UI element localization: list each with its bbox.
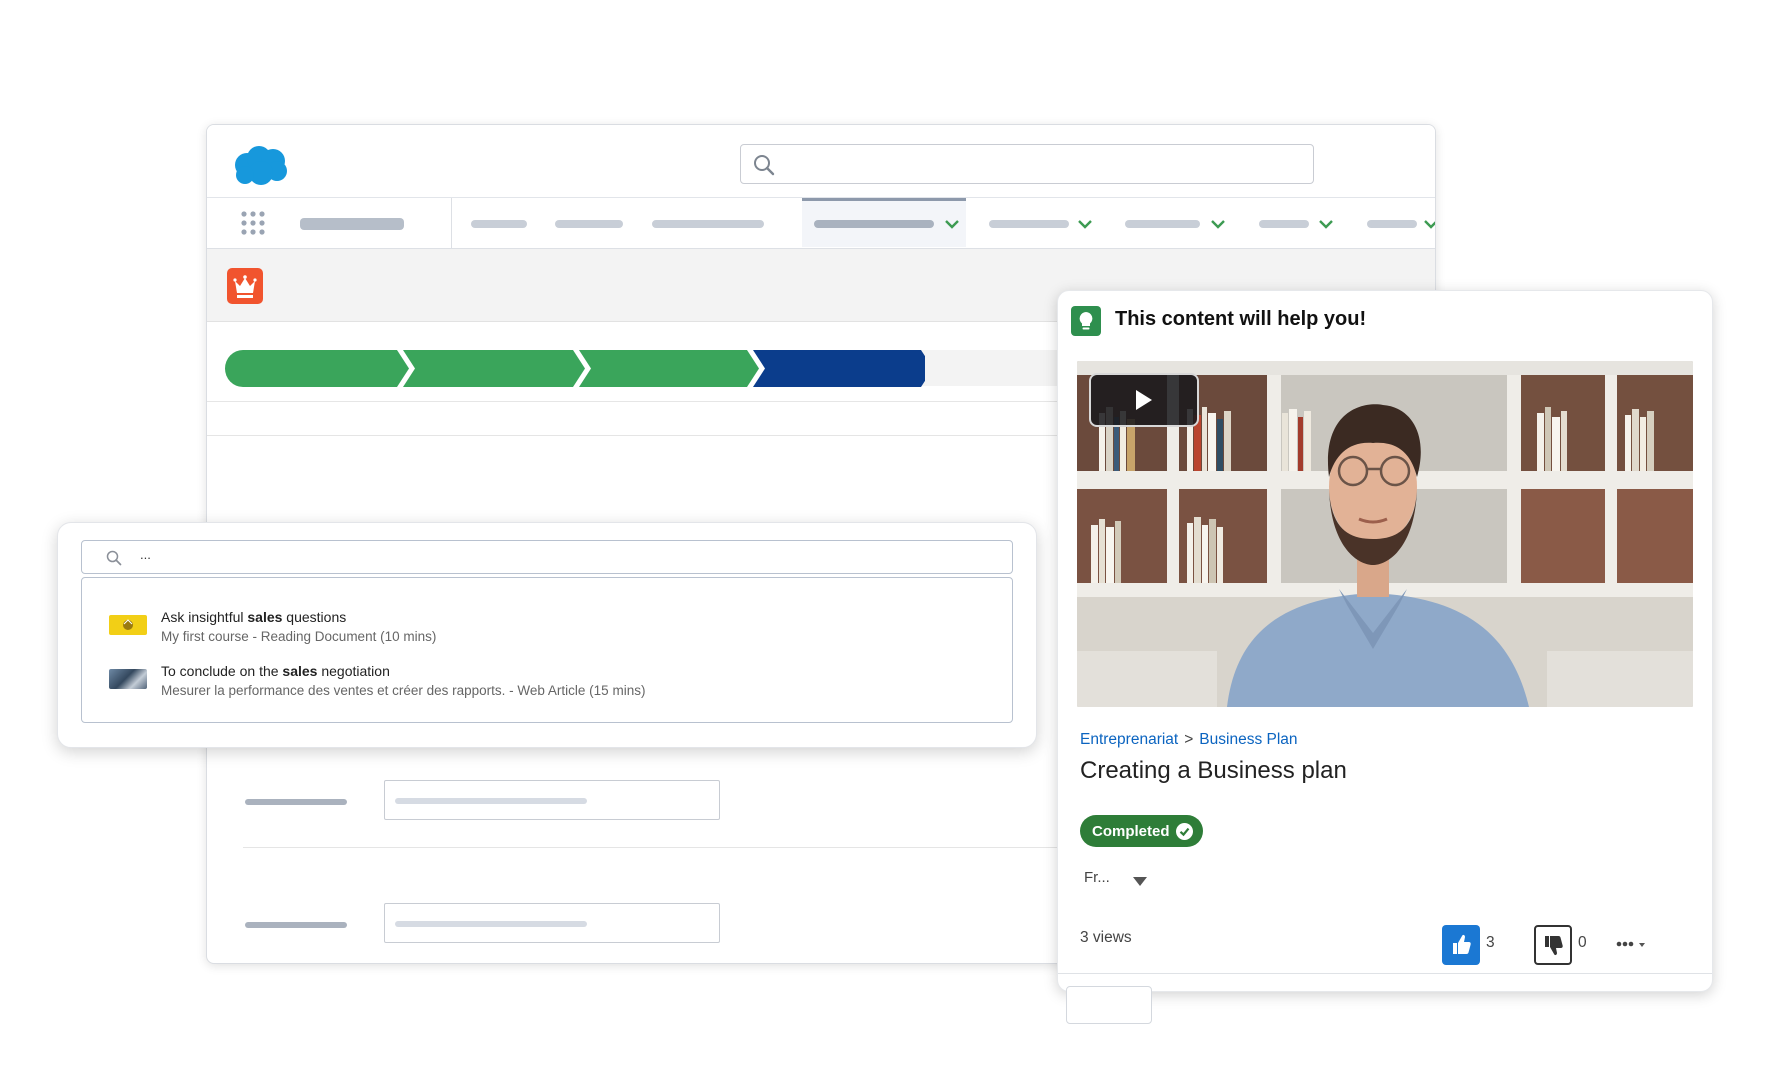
- nav-tab-7[interactable]: [1259, 220, 1309, 228]
- path-stages: [225, 350, 925, 387]
- search-results-list: Ask insightful sales questions My first …: [81, 577, 1013, 723]
- path-stage-1: [225, 350, 409, 387]
- view-count: 3 views: [1080, 929, 1132, 946]
- search-input-value: ...: [140, 547, 151, 562]
- nav-tab-3[interactable]: [652, 220, 764, 228]
- search-icon: [754, 155, 775, 176]
- chevron-down-icon[interactable]: [1423, 219, 1436, 229]
- status-badge-label: Completed: [1092, 822, 1170, 840]
- global-search-input[interactable]: [740, 144, 1314, 184]
- nav-tab-1[interactable]: [471, 220, 527, 228]
- cloud-logo[interactable]: [231, 143, 291, 187]
- breadcrumb-link[interactable]: Entreprenariat: [1080, 731, 1178, 748]
- chevron-down-icon[interactable]: [1077, 219, 1093, 229]
- caret-down-icon[interactable]: [1133, 877, 1147, 886]
- result-thumbnail: [109, 669, 147, 689]
- thumbs-up-icon: [1453, 934, 1471, 954]
- field-label-placeholder: [245, 922, 347, 928]
- result-subtitle: Mesurer la performance des ventes et cré…: [161, 683, 646, 698]
- path-stage-current: [753, 350, 925, 387]
- card-divider: [1058, 973, 1712, 974]
- path-stage-2: [403, 350, 585, 387]
- chevron-down-icon[interactable]: [944, 219, 960, 229]
- navigation-bar: [207, 198, 1435, 249]
- nav-tab-active[interactable]: [802, 198, 966, 247]
- card-title: This content will help you!: [1115, 308, 1367, 330]
- crown-icon: [227, 268, 263, 304]
- app-launcher-grid-icon[interactable]: [241, 211, 265, 235]
- search-result-item[interactable]: Ask insightful sales questions My first …: [109, 609, 989, 653]
- app-header: [207, 125, 1435, 198]
- content-card: This content will help you! Entreprenari…: [1057, 290, 1713, 992]
- breadcrumb-link[interactable]: Business Plan: [1199, 731, 1297, 748]
- like-button[interactable]: [1442, 925, 1480, 965]
- result-title: Ask insightful sales questions: [161, 609, 347, 625]
- result-thumbnail: [109, 615, 147, 635]
- path-stage-3: [579, 350, 759, 387]
- dislike-button[interactable]: [1534, 925, 1572, 965]
- play-icon: [1136, 390, 1152, 410]
- search-input[interactable]: ...: [81, 540, 1013, 574]
- status-badge: Completed: [1080, 815, 1203, 847]
- app-name-placeholder: [300, 218, 404, 230]
- field-input-placeholder[interactable]: [384, 903, 720, 943]
- result-title: To conclude on the sales negotiation: [161, 663, 390, 679]
- ghost-button[interactable]: [1066, 986, 1152, 1024]
- lightbulb-icon: [1071, 306, 1101, 336]
- breadcrumb: Entreprenariat > Business Plan: [1080, 731, 1298, 749]
- nav-divider: [451, 198, 452, 248]
- play-button[interactable]: [1089, 373, 1199, 427]
- dislike-count: 0: [1578, 934, 1587, 951]
- more-actions-icon[interactable]: [1615, 937, 1653, 951]
- nav-tab-2[interactable]: [555, 220, 623, 228]
- chevron-down-icon[interactable]: [1210, 219, 1226, 229]
- search-result-item[interactable]: To conclude on the sales negotiation Mes…: [109, 663, 989, 707]
- like-count: 3: [1486, 934, 1495, 951]
- language-select[interactable]: Fr...: [1084, 869, 1110, 886]
- content-title: Creating a Business plan: [1080, 757, 1347, 784]
- video-player[interactable]: [1077, 361, 1693, 707]
- field-input-placeholder[interactable]: [384, 780, 720, 820]
- nav-tab-8[interactable]: [1367, 220, 1417, 228]
- chevron-down-icon[interactable]: [1318, 219, 1334, 229]
- breadcrumb-separator: >: [1184, 731, 1194, 748]
- field-label-placeholder: [245, 799, 347, 805]
- search-popup: ... Ask insightful sales questions My fi…: [57, 522, 1037, 748]
- nav-tab-6[interactable]: [1125, 220, 1200, 228]
- result-subtitle: My first course - Reading Document (10 m…: [161, 629, 437, 644]
- search-icon: [106, 550, 122, 566]
- check-icon: [1175, 822, 1193, 840]
- thumbs-down-icon: [1545, 936, 1563, 956]
- nav-tab-5[interactable]: [989, 220, 1069, 228]
